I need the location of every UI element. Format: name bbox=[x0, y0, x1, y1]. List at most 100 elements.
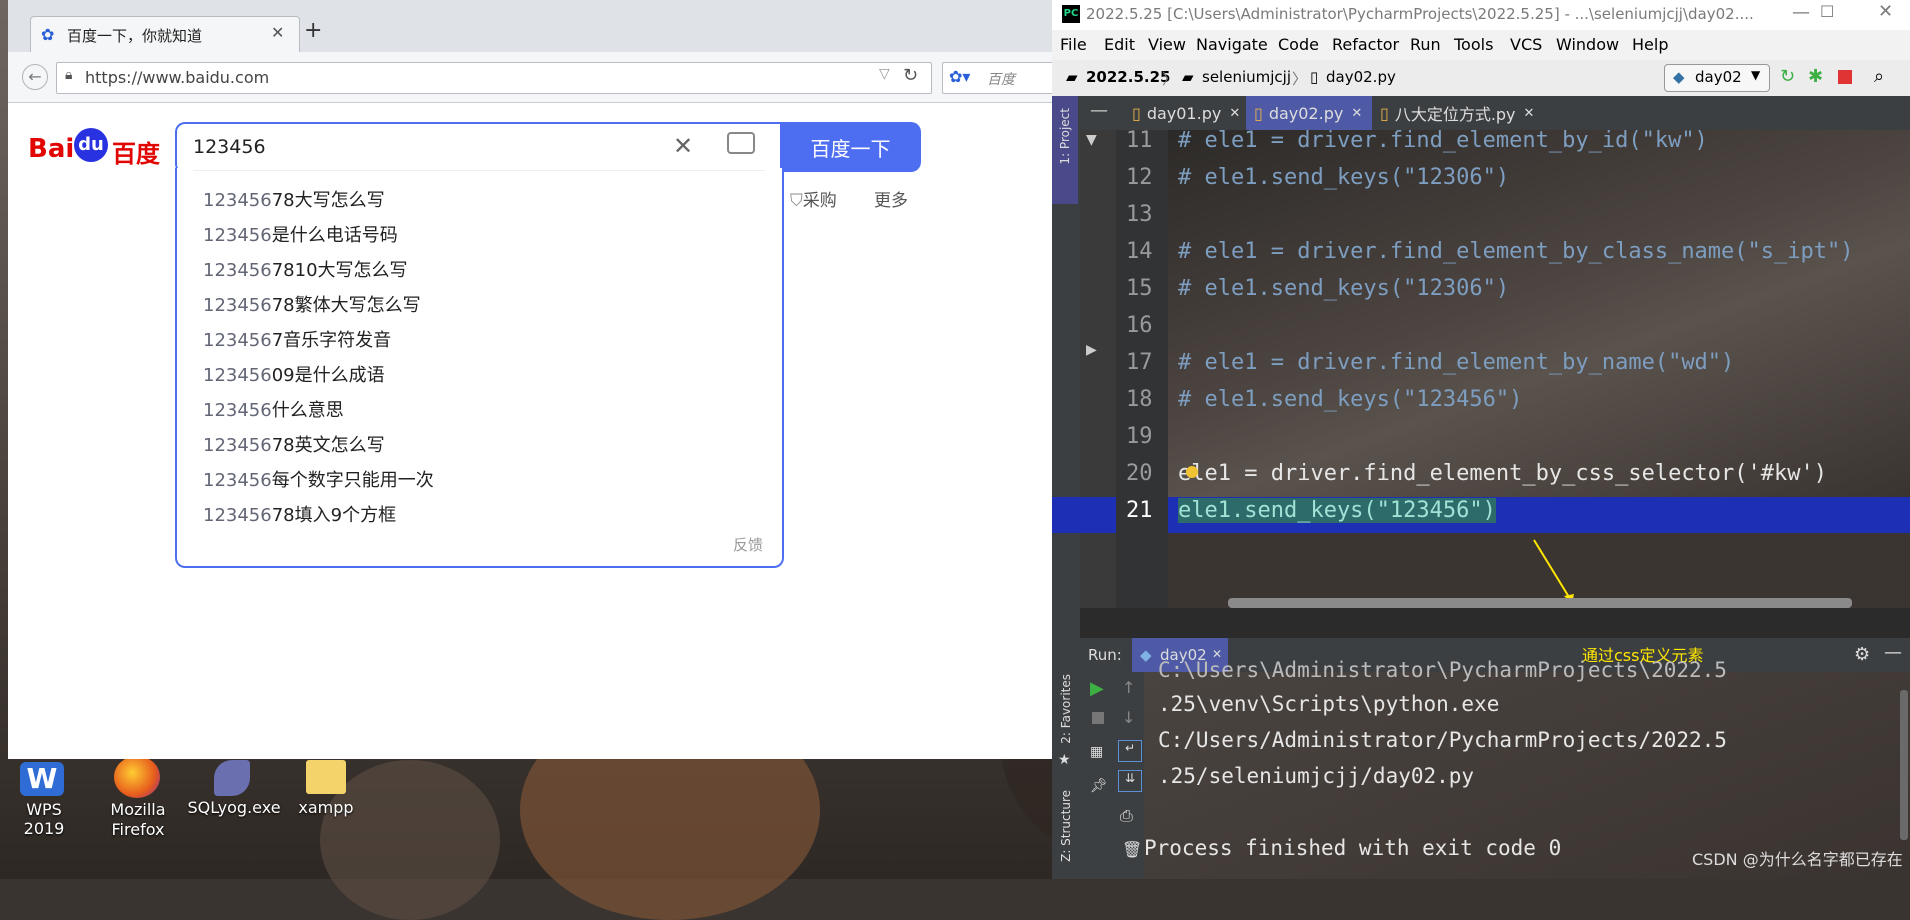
editor-hscrollbar[interactable] bbox=[1228, 598, 1852, 608]
rerun-icon[interactable]: ↻ bbox=[1780, 66, 1795, 87]
list-item[interactable]: 12345678繁体大写怎么写 bbox=[203, 291, 421, 317]
tab-day02[interactable]: ▯ day02.py ✕ bbox=[1246, 96, 1372, 130]
tool-project-label: 1: Project bbox=[1058, 108, 1072, 165]
reload-icon[interactable]: ↻ bbox=[903, 65, 918, 86]
menu-refactor[interactable]: Refactor bbox=[1332, 35, 1399, 54]
play-icon[interactable]: ▶ bbox=[1090, 678, 1104, 699]
list-item[interactable]: 123456什么意思 bbox=[203, 396, 344, 422]
star-icon[interactable]: ★ bbox=[1058, 752, 1071, 768]
desktop-icon-wps[interactable]: W WPS 2019 bbox=[4, 762, 82, 838]
close-icon[interactable]: ✕ bbox=[1351, 106, 1362, 121]
menu-window[interactable]: Window bbox=[1556, 35, 1619, 54]
wrap-icon[interactable]: ↵ bbox=[1118, 740, 1142, 762]
tool-project[interactable]: 1: Project bbox=[1052, 96, 1078, 204]
console-line: C:\Users\Administrator\PycharmProjects\2… bbox=[1158, 658, 1727, 682]
paw-icon: ✿ bbox=[41, 25, 55, 44]
menu-view[interactable]: View bbox=[1148, 35, 1186, 54]
baidu-search-button[interactable]: 百度一下 bbox=[780, 122, 921, 172]
run-config-select[interactable]: ◆ day02 ▼ bbox=[1664, 64, 1770, 92]
icon-label: Mozilla Firefox bbox=[110, 800, 166, 839]
browser-tab[interactable]: ✿ 百度一下，你就知道 ✕ bbox=[30, 16, 300, 53]
run-label: Run: bbox=[1088, 646, 1122, 664]
up-icon[interactable]: ↑ bbox=[1122, 678, 1135, 697]
line-number: 11 bbox=[1126, 128, 1153, 153]
side-link-more[interactable]: 更多 bbox=[874, 186, 908, 211]
down-icon[interactable]: ↓ bbox=[1122, 708, 1135, 727]
close-icon[interactable]: ✕ bbox=[1229, 106, 1240, 121]
breadcrumb-file[interactable]: day02.py bbox=[1326, 68, 1396, 86]
menu-vcs[interactable]: VCS bbox=[1510, 35, 1542, 54]
menu-help[interactable]: Help bbox=[1632, 35, 1668, 54]
suggestion-dropdown: 12345678大写怎么写 123456是什么电话号码 1234567810大写… bbox=[175, 168, 784, 568]
search-icon[interactable]: ⌕ bbox=[1874, 66, 1884, 87]
list-item[interactable]: 1234567810大写怎么写 bbox=[203, 256, 408, 282]
browser-nav-bar: ← 🔒︎ https://www.baidu.com ▽ ↻ ✿▾ 百度 bbox=[8, 52, 1052, 103]
tab-day01[interactable]: ▯ day01.py ✕ bbox=[1124, 96, 1246, 130]
new-tab-icon[interactable]: + bbox=[304, 18, 322, 43]
bulb-icon[interactable] bbox=[1186, 466, 1198, 478]
pin-icon[interactable]: 📌︎ bbox=[1090, 778, 1108, 794]
back-icon[interactable]: ← bbox=[22, 64, 48, 90]
maximize-icon[interactable]: ☐ bbox=[1820, 2, 1834, 21]
feedback-link[interactable]: 反馈 bbox=[733, 534, 763, 555]
scroll-end-icon[interactable]: ⇊ bbox=[1118, 770, 1142, 792]
tree-arrow-icon[interactable]: ▼ bbox=[1086, 132, 1097, 148]
menu-navigate[interactable]: Navigate bbox=[1196, 35, 1268, 54]
camera-icon[interactable] bbox=[727, 132, 755, 154]
list-item[interactable]: 12345678英文怎么写 bbox=[203, 431, 385, 457]
minimize-icon[interactable]: — bbox=[1792, 2, 1810, 23]
console-line: .25\venv\Scripts\python.exe bbox=[1158, 692, 1500, 716]
window-title: 2022.5.25 [C:\Users\Administrator\Pychar… bbox=[1086, 5, 1754, 23]
breadcrumb-folder[interactable]: seleniumjcjj bbox=[1202, 68, 1291, 86]
folder-icon bbox=[306, 760, 346, 794]
close-icon[interactable]: ✕ bbox=[1878, 1, 1893, 22]
list-item[interactable]: 12345678填入9个方框 bbox=[203, 501, 396, 527]
tool-structure[interactable]: Z: Structure bbox=[1059, 790, 1073, 862]
desktop-icon-firefox[interactable]: Mozilla Firefox bbox=[98, 756, 178, 840]
menu-code[interactable]: Code bbox=[1278, 35, 1319, 54]
baidu-search-input[interactable]: 123456 ✕ bbox=[175, 122, 782, 174]
watermark: CSDN @为什么名字都已存在 bbox=[1692, 850, 1903, 869]
run-console-output[interactable]: C:\Users\Administrator\PycharmProjects\2… bbox=[1144, 658, 1910, 879]
menu-edit[interactable]: Edit bbox=[1104, 35, 1135, 54]
dropdown-icon[interactable]: ▽ bbox=[879, 66, 890, 82]
desktop-icon-sqlyog[interactable]: SQLyog.exe bbox=[186, 760, 282, 820]
folder-icon: ▰ bbox=[1182, 68, 1194, 86]
console-vscrollbar[interactable] bbox=[1900, 690, 1908, 840]
baidu-logo[interactable]: Bai du 百度 bbox=[28, 124, 168, 170]
query-text: 123456 bbox=[193, 136, 266, 158]
trash-icon[interactable]: 🗑︎ bbox=[1122, 840, 1142, 859]
gear-icon[interactable]: ⚙ bbox=[1854, 644, 1870, 665]
side-link-caigou[interactable]: ⛉采购 bbox=[790, 186, 837, 211]
list-item[interactable]: 12345609是什么成语 bbox=[203, 361, 385, 387]
search-engine-box[interactable]: ✿▾ 百度 bbox=[942, 62, 1052, 94]
print-icon[interactable]: ⎙ bbox=[1120, 806, 1133, 826]
desktop-icon-xampp[interactable]: xampp bbox=[286, 758, 366, 820]
hide-panel-icon[interactable]: — bbox=[1884, 642, 1902, 663]
close-icon[interactable]: ✕ bbox=[1524, 106, 1535, 121]
layout-icon[interactable]: ▦ bbox=[1090, 744, 1103, 760]
tab-locators[interactable]: ▯ 八大定位方式.py ✕ bbox=[1372, 96, 1542, 130]
code-editor[interactable]: # ele1 = driver.find_element_by_id("kw")… bbox=[1168, 128, 1910, 608]
list-item[interactable]: 123456每个数字只能用一次 bbox=[203, 466, 434, 492]
list-item[interactable]: 1234567音乐字符发音 bbox=[203, 326, 391, 352]
tree-arrow-icon[interactable]: ▶ bbox=[1086, 342, 1097, 358]
debug-icon[interactable]: ✱ bbox=[1808, 66, 1823, 87]
clear-icon[interactable]: ✕ bbox=[673, 132, 693, 160]
stop-icon[interactable] bbox=[1092, 712, 1104, 724]
close-icon[interactable]: ✕ bbox=[271, 23, 284, 42]
python-file-icon: ▯ bbox=[1254, 103, 1263, 123]
ide-menu-bar: File Edit View Navigate Code Refactor Ru… bbox=[1052, 30, 1910, 60]
tool-favorites[interactable]: 2: Favorites bbox=[1059, 674, 1073, 744]
menu-file[interactable]: File bbox=[1060, 35, 1087, 54]
baidu-paw-icon: ✿▾ bbox=[949, 67, 971, 86]
hide-panel-icon[interactable]: — bbox=[1090, 100, 1108, 121]
menu-tools[interactable]: Tools bbox=[1454, 35, 1493, 54]
list-item[interactable]: 12345678大写怎么写 bbox=[203, 186, 385, 212]
stop-icon[interactable] bbox=[1838, 70, 1852, 84]
menu-run[interactable]: Run bbox=[1410, 35, 1441, 54]
breadcrumb-project[interactable]: 2022.5.25 bbox=[1086, 68, 1170, 86]
wps-icon: W bbox=[20, 762, 64, 796]
url-bar[interactable]: 🔒︎ https://www.baidu.com ▽ ↻ bbox=[56, 62, 932, 94]
list-item[interactable]: 123456是什么电话号码 bbox=[203, 221, 398, 247]
